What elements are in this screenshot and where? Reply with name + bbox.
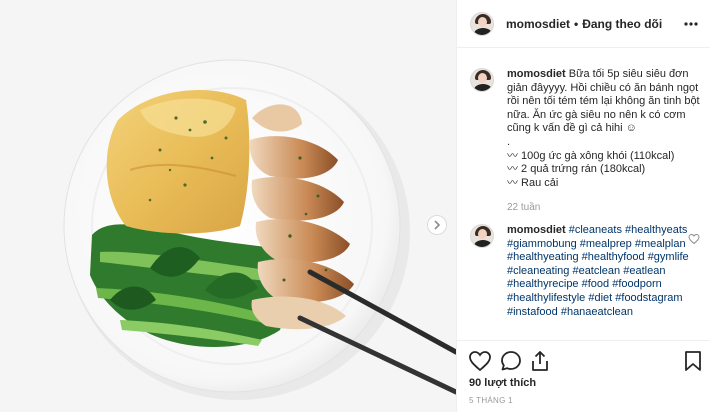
chevron-right-icon <box>434 220 441 230</box>
hashtag-link[interactable]: #healthyrecipe <box>507 278 579 290</box>
hashtag-link[interactable]: #healthyeats <box>625 224 687 236</box>
avatar[interactable] <box>470 224 494 248</box>
more-horizontal-icon <box>684 22 698 26</box>
heart-icon[interactable] <box>688 233 700 245</box>
separator-dot: • <box>574 16 579 31</box>
post-date[interactable]: 5 THÁNG 1 <box>469 396 513 405</box>
bookmark-icon[interactable] <box>681 349 705 373</box>
hashtag-link[interactable]: #giammobung <box>507 238 577 250</box>
comment-icon[interactable] <box>499 349 523 373</box>
avatar[interactable] <box>470 11 494 36</box>
omelette <box>106 89 250 234</box>
like-heart-icon[interactable] <box>468 349 492 373</box>
post-header: momosdiet • Đang theo dõi <box>457 0 710 48</box>
hashtag-link[interactable]: #food <box>582 278 610 290</box>
hashtag-link[interactable]: #healthylifestyle <box>507 292 585 304</box>
comments-list[interactable]: momosdiet Bữa tối 5p siêu siêu đơn giản … <box>457 48 710 340</box>
caption-username[interactable]: momosdiet <box>507 68 566 80</box>
next-photo-button[interactable] <box>427 215 447 235</box>
hashtag-link[interactable]: #foodstagram <box>615 292 682 304</box>
hashtag-link[interactable]: #mealplan <box>635 238 686 250</box>
more-options-button[interactable] <box>681 14 701 34</box>
likes-count[interactable]: 90 lượt thích <box>469 377 536 389</box>
caption-text: momosdiet Bữa tối 5p siêu siêu đơn giản … <box>507 68 700 190</box>
comment-username[interactable]: momosdiet <box>507 224 566 236</box>
action-bar: 90 lượt thích 5 THÁNG 1 <box>457 340 710 412</box>
hashtag-link[interactable]: #diet <box>588 292 612 304</box>
post-sidebar: momosdiet • Đang theo dõi momosdiet Bữa … <box>456 0 710 412</box>
hashtag-link[interactable]: #gymlife <box>648 251 689 263</box>
hashtag-link[interactable]: #healthyeating <box>507 251 579 263</box>
caption-list: . 〰 100g ức gà xông khói (110kcal) 〰 2 q… <box>507 135 675 189</box>
avatar[interactable] <box>470 68 494 92</box>
following-button[interactable]: Đang theo dõi <box>582 17 662 31</box>
caption-comment: momosdiet Bữa tối 5p siêu siêu đơn giản … <box>470 68 700 213</box>
hashtag-text: momosdiet #cleaneats #healthyeats #giamm… <box>507 224 700 319</box>
food-image <box>0 0 456 412</box>
hashtag-link[interactable]: #eatclean <box>572 265 620 277</box>
share-icon[interactable] <box>528 349 552 373</box>
username-link[interactable]: momosdiet <box>506 17 570 31</box>
hashtag-link[interactable]: #instafood <box>507 306 558 318</box>
hashtag-link[interactable]: #hanaeatclean <box>561 306 633 318</box>
hashtag-link[interactable]: #mealprep <box>580 238 632 250</box>
hashtag-comment: momosdiet #cleaneats #healthyeats #giamm… <box>470 224 700 319</box>
caption-time[interactable]: 22 tuần <box>507 202 700 213</box>
hashtag-link[interactable]: #foodporn <box>612 278 662 290</box>
hashtag-link[interactable]: #eatlean <box>623 265 665 277</box>
post-photo[interactable] <box>0 0 456 412</box>
hashtag-link[interactable]: #cleaneating <box>507 265 569 277</box>
hashtag-link[interactable]: #cleaneats <box>569 224 622 236</box>
hashtag-link[interactable]: #healthyfood <box>582 251 645 263</box>
